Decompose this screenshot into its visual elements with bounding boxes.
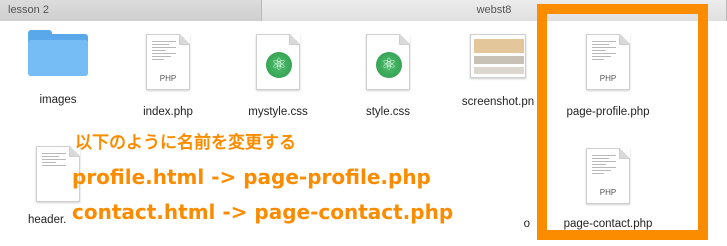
file-name: style.css xyxy=(365,106,411,118)
image-thumbnail-icon xyxy=(470,34,526,78)
annotation-rename-profile: profile.html -> page-profile.php xyxy=(72,165,431,189)
file-name: screenshot.pn xyxy=(461,96,535,108)
annotation-rename-contact: contact.html -> page-contact.php xyxy=(72,200,454,224)
file-item-screenshot[interactable]: screenshot.pn xyxy=(448,34,548,108)
file-item-images[interactable]: images xyxy=(8,30,108,106)
folder-icon xyxy=(28,30,88,76)
file-name: index.php xyxy=(143,106,193,118)
file-item-mystyle-css[interactable]: ⚛ mystyle.css xyxy=(228,34,328,118)
file-name: images xyxy=(39,94,77,106)
file-item-index-php[interactable]: PHP index.php xyxy=(118,34,218,118)
annotation-heading: 以下のように名前を変更する xyxy=(75,133,296,153)
php-file-icon: PHP xyxy=(146,34,190,90)
highlight-box xyxy=(537,4,708,240)
file-name: mystyle.css xyxy=(248,106,308,118)
atom-file-icon: ⚛ xyxy=(256,34,300,90)
file-item-style-css[interactable]: ⚛ style.css xyxy=(338,34,438,118)
tab-lesson-2[interactable]: lesson 2 xyxy=(0,0,262,21)
atom-file-icon: ⚛ xyxy=(366,34,410,90)
file-name-partial: o xyxy=(523,218,530,230)
